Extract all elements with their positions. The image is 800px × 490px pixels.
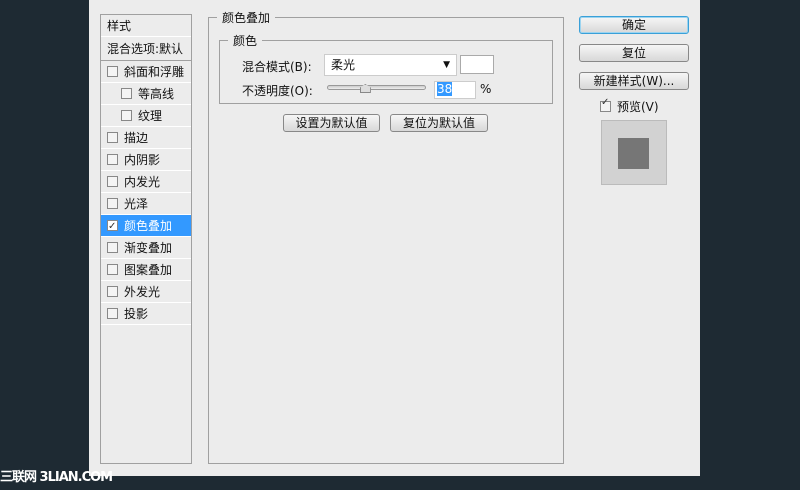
opacity-slider[interactable]	[327, 84, 426, 93]
checkbox-icon[interactable]	[107, 132, 118, 143]
style-item-label: 纹理	[138, 108, 163, 123]
checkbox-icon[interactable]	[107, 216, 118, 238]
style-item[interactable]: 内发光	[101, 171, 191, 193]
blend-mode-label: 混合模式(B):	[242, 60, 312, 74]
checkbox-icon[interactable]	[107, 176, 118, 187]
style-item[interactable]: 图案叠加	[101, 259, 191, 281]
style-item-label: 内阴影	[124, 152, 161, 167]
color-overlay-panel: 颜色叠加 颜色 混合模式(B): 柔光 ▼ 不透明度(O): 38 % 设置为默认…	[208, 9, 564, 464]
set-default-button[interactable]: 设置为默认值	[283, 114, 380, 132]
opacity-value: 38	[437, 82, 453, 96]
style-item[interactable]: 颜色叠加	[101, 215, 191, 238]
blend-mode-select[interactable]: 柔光 ▼	[324, 54, 457, 76]
style-item-label: 等高线	[138, 86, 175, 101]
style-item-label: 内发光	[124, 174, 161, 189]
reset-button[interactable]: 复位	[579, 44, 689, 62]
style-item[interactable]: 等高线	[101, 83, 191, 105]
layer-style-dialog: 样式 混合选项:默认 斜面和浮雕等高线纹理描边内阴影内发光光泽颜色叠加渐变叠加图…	[89, 0, 700, 476]
style-item-label: 光泽	[124, 196, 149, 211]
color-group: 颜色 混合模式(B): 柔光 ▼ 不透明度(O): 38 %	[219, 32, 553, 104]
checkbox-icon[interactable]	[107, 264, 118, 275]
checkbox-icon[interactable]	[107, 308, 118, 319]
preview-checkbox[interactable]: 预览(V)	[600, 97, 659, 115]
checkbox-icon[interactable]	[121, 88, 132, 99]
style-item[interactable]: 光泽	[101, 193, 191, 215]
style-item-label: 描边	[124, 130, 149, 145]
new-style-button[interactable]: 新建样式(W)...	[579, 72, 689, 90]
ok-button[interactable]: 确定	[579, 16, 689, 34]
watermark: 三联网 3LIAN.COM	[0, 470, 113, 485]
style-item[interactable]: 内阴影	[101, 149, 191, 171]
style-item-label: 颜色叠加	[124, 218, 173, 233]
style-preview	[601, 120, 667, 185]
group-title: 颜色	[228, 32, 263, 49]
percent-label: %	[480, 82, 492, 96]
style-item-label: 图案叠加	[124, 262, 173, 277]
style-item[interactable]: 外发光	[101, 281, 191, 303]
styles-header[interactable]: 样式	[101, 15, 191, 37]
checkbox-icon[interactable]	[107, 198, 118, 209]
chevron-down-icon: ▼	[443, 60, 450, 70]
style-item-label: 斜面和浮雕	[124, 64, 185, 79]
slider-thumb[interactable]	[359, 84, 371, 93]
style-item-label: 外发光	[124, 284, 161, 299]
checkbox-icon[interactable]	[107, 66, 118, 77]
checkbox-icon[interactable]	[107, 154, 118, 165]
style-list: 样式 混合选项:默认 斜面和浮雕等高线纹理描边内阴影内发光光泽颜色叠加渐变叠加图…	[100, 14, 192, 464]
blend-mode-value: 柔光	[331, 58, 356, 72]
style-item[interactable]: 投影	[101, 303, 191, 325]
opacity-label: 不透明度(O):	[242, 84, 313, 98]
opacity-input[interactable]: 38	[434, 81, 476, 99]
preview-swatch	[618, 138, 649, 169]
reset-default-button[interactable]: 复位为默认值	[390, 114, 488, 132]
checkbox-icon[interactable]	[121, 110, 132, 121]
style-item[interactable]: 描边	[101, 127, 191, 149]
checkbox-icon[interactable]	[107, 286, 118, 297]
blending-options[interactable]: 混合选项:默认	[101, 37, 191, 61]
style-item[interactable]: 渐变叠加	[101, 237, 191, 259]
checkbox-icon[interactable]	[600, 97, 611, 112]
style-item[interactable]: 斜面和浮雕	[101, 61, 191, 83]
style-item[interactable]: 纹理	[101, 105, 191, 127]
checkbox-icon[interactable]	[107, 242, 118, 253]
color-swatch[interactable]	[460, 55, 494, 74]
preview-label: 预览(V)	[617, 100, 659, 114]
style-item-label: 投影	[124, 306, 149, 321]
style-item-label: 渐变叠加	[124, 240, 173, 255]
panel-title: 颜色叠加	[217, 9, 276, 26]
